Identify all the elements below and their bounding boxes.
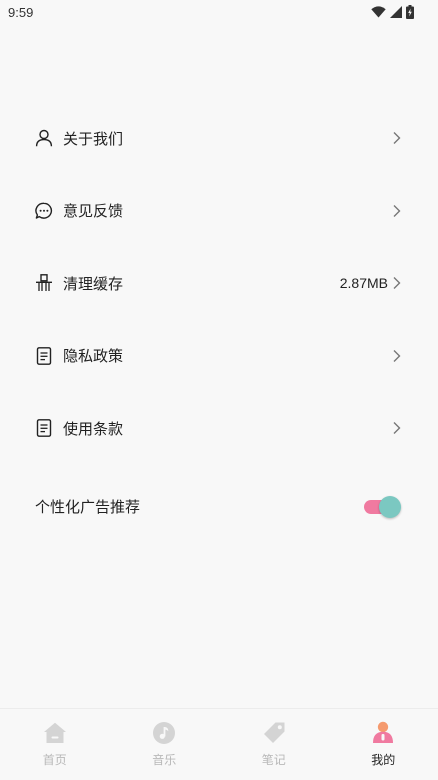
tab-music[interactable]: 音乐 [110,709,220,780]
tab-label: 我的 [371,751,395,768]
broom-icon [35,274,53,292]
chevron-right-icon [392,131,402,145]
menu-item-label: 关于我们 [63,128,123,149]
ad-recommend-label: 个性化广告推荐 [35,496,140,517]
chevron-right-icon [392,349,402,363]
document-icon [35,419,53,437]
tab-mine[interactable]: 我的 [329,709,438,780]
tab-label: 首页 [43,751,67,768]
user-icon [371,721,395,745]
menu-item-label: 隐私政策 [63,345,123,366]
toggle-knob [379,496,401,518]
menu-item-terms-of-use[interactable]: 使用条款 [0,392,438,465]
status-icons [371,5,414,19]
menu-item-feedback[interactable]: 意见反馈 [0,175,438,248]
bottom-tab-bar: 首页 音乐 笔记 我的 [0,708,438,780]
status-bar: 9:59 [0,0,438,26]
document-icon [35,347,53,365]
cache-size-value: 2.87MB [340,275,388,291]
tag-icon [262,721,286,745]
tab-label: 音乐 [152,751,176,768]
status-time: 9:59 [8,5,33,20]
tab-home[interactable]: 首页 [0,709,110,780]
chevron-right-icon [392,204,402,218]
chevron-right-icon [392,421,402,435]
menu-item-label: 清理缓存 [63,273,123,294]
menu-item-clear-cache[interactable]: 清理缓存 2.87MB [0,247,438,320]
tab-notes[interactable]: 笔记 [219,709,329,780]
menu-item-privacy-policy[interactable]: 隐私政策 [0,320,438,393]
home-icon [43,721,67,745]
menu-item-label: 意见反馈 [63,200,123,221]
battery-icon [406,5,414,19]
wifi-icon [371,6,386,18]
signal-icon [390,6,402,18]
chat-bubble-icon [35,202,53,220]
person-icon [35,129,53,147]
chevron-right-icon [392,276,402,290]
menu-item-label: 使用条款 [63,418,123,439]
ad-recommend-row: 个性化广告推荐 [0,484,438,528]
settings-menu: 关于我们 意见反馈 清理缓存 2.87MB [0,102,438,465]
ad-recommend-toggle[interactable] [363,497,399,515]
menu-item-about-us[interactable]: 关于我们 [0,102,438,175]
music-icon [152,721,176,745]
tab-label: 笔记 [262,751,286,768]
